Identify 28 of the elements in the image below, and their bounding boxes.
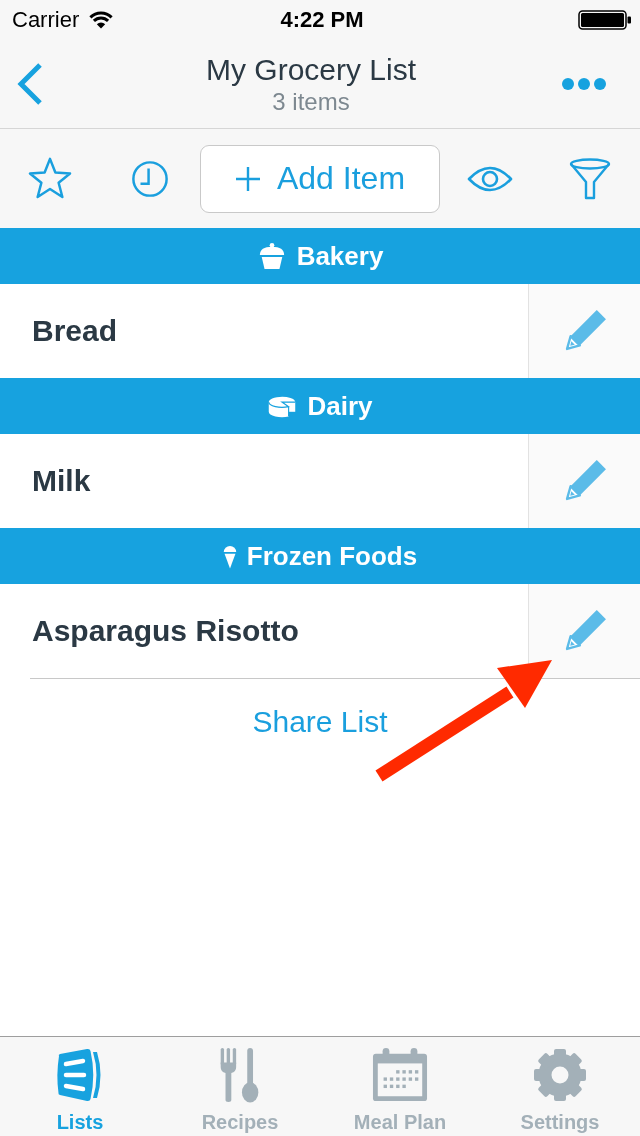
section-title: Bakery [296, 240, 384, 272]
nav-title: My Grocery List [206, 52, 416, 88]
item-name[interactable]: Bread [0, 314, 528, 348]
filter-icon[interactable] [569, 157, 611, 200]
tab[interactable]: Meal Plan [320, 1037, 480, 1136]
tab[interactable]: Settings [480, 1037, 640, 1136]
add-item-button[interactable]: Add Item [200, 144, 440, 213]
tab[interactable]: Lists [0, 1037, 160, 1136]
edit-button[interactable] [528, 434, 640, 528]
more-icon[interactable] [562, 78, 606, 90]
item-name[interactable]: Asparagus Risotto [0, 614, 528, 648]
back-icon[interactable] [16, 62, 44, 106]
battery-icon [578, 10, 632, 30]
section-title: Dairy [307, 390, 373, 422]
status-time: 4:22 PM [280, 7, 364, 33]
plus-icon [234, 165, 261, 192]
section-title: Frozen Foods [246, 540, 418, 572]
edit-button[interactable] [528, 584, 640, 678]
clock-icon[interactable] [131, 159, 169, 198]
edit-button[interactable] [528, 284, 640, 378]
wifi-icon [89, 11, 114, 29]
share-list-link[interactable]: Share List [252, 703, 388, 741]
settings-icon [532, 1047, 588, 1103]
nav-subtitle: 3 items [272, 88, 350, 116]
carrier-label: Carrier [12, 7, 80, 33]
tab[interactable]: Recipes [160, 1037, 320, 1136]
item-name[interactable]: Milk [0, 464, 528, 498]
calendar-icon [372, 1047, 428, 1103]
